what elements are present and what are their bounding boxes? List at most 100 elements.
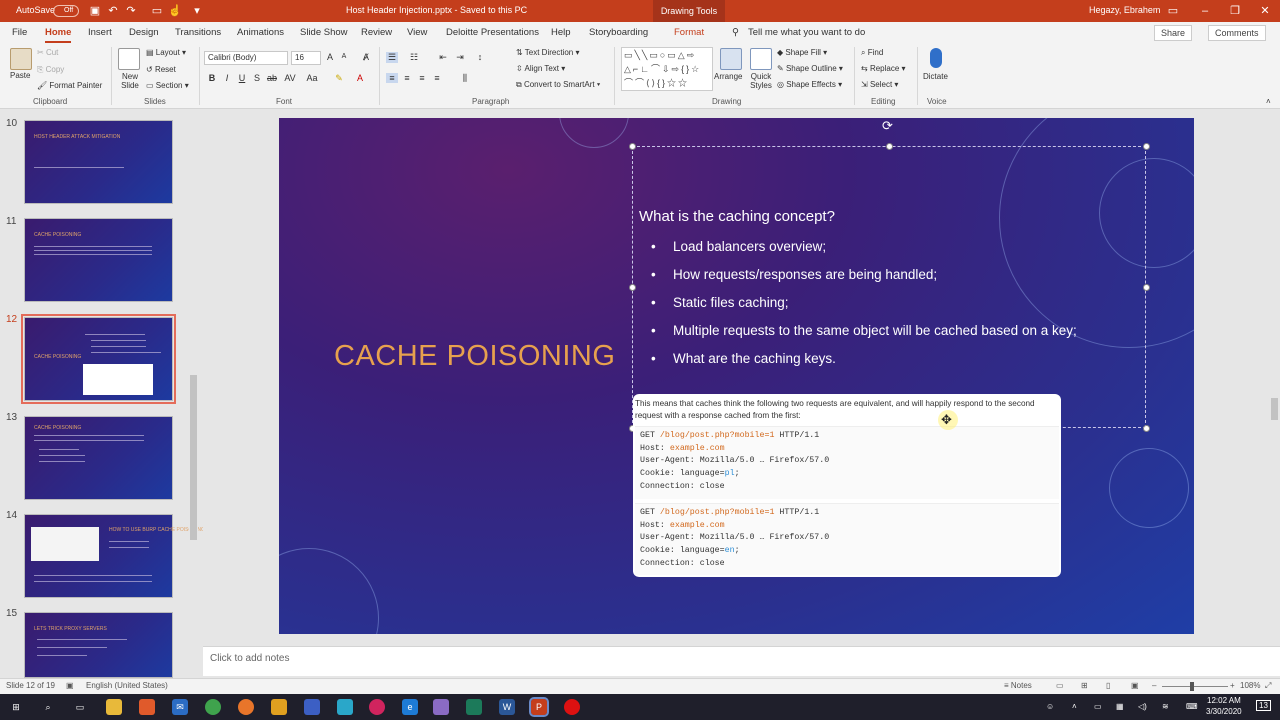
tab-review[interactable]: Review (361, 27, 392, 38)
tab-transitions[interactable]: Transitions (175, 27, 221, 38)
slide-scrollbar[interactable] (1270, 110, 1279, 635)
font-name-select[interactable]: Calibri (Body) (204, 51, 288, 65)
char-spacing-icon[interactable]: AV (284, 73, 296, 83)
spellcheck-icon[interactable]: ▣ (66, 681, 74, 690)
increase-indent-icon[interactable]: ⇥ (454, 52, 466, 63)
recorder-icon[interactable] (564, 699, 580, 715)
resize-handle[interactable] (886, 143, 893, 150)
slide-thumb-13[interactable]: CACHE POISONING (24, 416, 173, 500)
format-painter-button[interactable]: 🖌 Format Painter (37, 81, 102, 90)
tab-help[interactable]: Help (551, 27, 571, 38)
share-button[interactable]: Share (1154, 25, 1193, 41)
new-slide-button[interactable]: New Slide (118, 72, 142, 90)
keyboard-icon[interactable]: ⌨ (1186, 702, 1198, 711)
chrome-icon[interactable] (205, 699, 221, 715)
search-icon[interactable]: ⌕ (40, 699, 56, 715)
comments-button[interactable]: Comments (1208, 25, 1266, 41)
collapse-ribbon-icon[interactable]: ˄ (1266, 97, 1271, 106)
edge-icon[interactable]: e (402, 699, 418, 715)
highlight-icon[interactable]: ✎ (333, 73, 345, 84)
find-button[interactable]: ⌕ Find (861, 48, 883, 58)
slide-scroll-thumb[interactable] (1271, 398, 1278, 420)
section-button[interactable]: ▭ Section ▾ (146, 81, 189, 90)
tray-icon[interactable]: ▭ (1094, 702, 1102, 711)
wifi-icon[interactable]: ≋ (1162, 702, 1169, 711)
cut-button[interactable]: ✂ Cut (37, 48, 58, 57)
zoom-in-icon[interactable]: + (1230, 681, 1235, 690)
tab-storyboarding[interactable]: Storyboarding (589, 27, 648, 38)
minimize-icon[interactable]: – (1190, 0, 1220, 22)
tab-design[interactable]: Design (129, 27, 159, 38)
tab-home[interactable]: Home (45, 27, 72, 43)
task-view-icon[interactable]: ▭ (72, 699, 88, 715)
windows-start-icon[interactable]: ⊞ (8, 699, 24, 715)
mail-icon[interactable]: ✉ (172, 699, 188, 715)
thumbnails-scrollbar[interactable] (189, 110, 198, 678)
rotate-handle-icon[interactable]: ⟳ (882, 118, 893, 134)
zoom-slider[interactable] (1162, 686, 1228, 687)
notes-pane[interactable]: Click to add notes (203, 646, 1280, 676)
powerpoint-icon[interactable]: P (529, 697, 549, 717)
align-left-icon[interactable]: ≡ (386, 73, 398, 83)
slide-thumb-14[interactable]: HOW TO USE BURP CACHE POISONING (24, 514, 205, 598)
slide-thumb-12[interactable]: CACHE POISONING (21, 314, 176, 404)
resize-handle[interactable] (1143, 284, 1150, 291)
shadow-icon[interactable]: S (251, 73, 263, 83)
clock-date[interactable]: 3/30/2020 (1206, 707, 1242, 716)
change-case-icon[interactable]: Aa (306, 73, 318, 83)
arrange-button[interactable]: Arrange (714, 72, 742, 81)
normal-view-icon[interactable]: ▭ (1056, 681, 1064, 690)
people-icon[interactable]: ☺ (1046, 702, 1054, 711)
zoom-slider-thumb[interactable] (1190, 682, 1194, 691)
zoom-level[interactable]: 108% (1240, 681, 1260, 690)
resize-handle[interactable] (1143, 425, 1150, 432)
align-text-button[interactable]: ⇳ Align Text ▾ (516, 64, 565, 73)
app-icon[interactable] (466, 699, 482, 715)
slide-title[interactable]: CACHE POISONING (334, 340, 615, 373)
new-slide-icon[interactable] (118, 48, 140, 70)
office-icon[interactable] (139, 699, 155, 715)
clear-format-icon[interactable]: Ⱥ (360, 52, 372, 62)
paste-button[interactable]: Paste (10, 71, 30, 80)
font-color-icon[interactable]: A (354, 73, 366, 83)
app-icon[interactable] (369, 699, 385, 715)
strikethrough-icon[interactable]: ab (266, 73, 278, 83)
code-screenshot-image[interactable]: This means that caches think the followi… (633, 394, 1061, 577)
quick-styles-button[interactable]: Quick Styles (746, 72, 776, 90)
reset-button[interactable]: ↺ Reset (146, 65, 176, 74)
shape-fill-button[interactable]: ◆ Shape Fill ▾ (777, 48, 827, 57)
firefox-icon[interactable] (238, 699, 254, 715)
volume-icon[interactable]: ◁) (1138, 702, 1147, 711)
quick-styles-icon[interactable] (750, 48, 772, 70)
file-explorer-icon[interactable] (106, 699, 122, 715)
restore-icon[interactable]: ❐ (1220, 0, 1250, 22)
customize-qat-icon[interactable]: ▾ (190, 4, 204, 18)
undo-icon[interactable]: ↶ (106, 4, 120, 18)
app-icon[interactable] (433, 699, 449, 715)
app-icon[interactable] (337, 699, 353, 715)
resize-handle[interactable] (629, 143, 636, 150)
tell-me-box[interactable]: Tell me what you want to do (748, 27, 865, 38)
slide-thumb-15[interactable]: LETS TRICK PROXY SERVERS (24, 612, 173, 678)
slide-thumb-10[interactable]: HOST HEADER ATTACK MITIGATION (24, 120, 173, 204)
shape-effects-button[interactable]: ◎ Shape Effects ▾ (777, 80, 842, 89)
reading-view-icon[interactable]: ▯ (1106, 681, 1110, 690)
save-icon[interactable]: ▣ (88, 4, 102, 18)
bullets-icon[interactable]: ☰ (386, 52, 398, 63)
language-label[interactable]: English (United States) (86, 681, 168, 690)
present-icon[interactable]: ▭ (150, 4, 164, 18)
copy-button[interactable]: ⎘ Copy (37, 65, 64, 75)
word-icon[interactable]: W (499, 699, 515, 715)
tab-file[interactable]: File (12, 27, 27, 38)
ribbon-options-icon[interactable]: ▭ (1158, 0, 1188, 22)
bold-icon[interactable]: B (206, 73, 218, 83)
notification-badge[interactable]: 13 (1256, 700, 1271, 711)
font-size-select[interactable]: 16 (291, 51, 321, 65)
microphone-icon[interactable] (930, 48, 942, 68)
fit-slide-icon[interactable]: ⤢ (1265, 681, 1271, 691)
tab-view[interactable]: View (407, 27, 427, 38)
clock-time[interactable]: 12:02 AM (1207, 696, 1241, 705)
grow-font-icon[interactable]: A (324, 52, 336, 62)
slide-sorter-icon[interactable]: ⊞ (1081, 681, 1088, 690)
shrink-font-icon[interactable]: A (338, 53, 350, 60)
